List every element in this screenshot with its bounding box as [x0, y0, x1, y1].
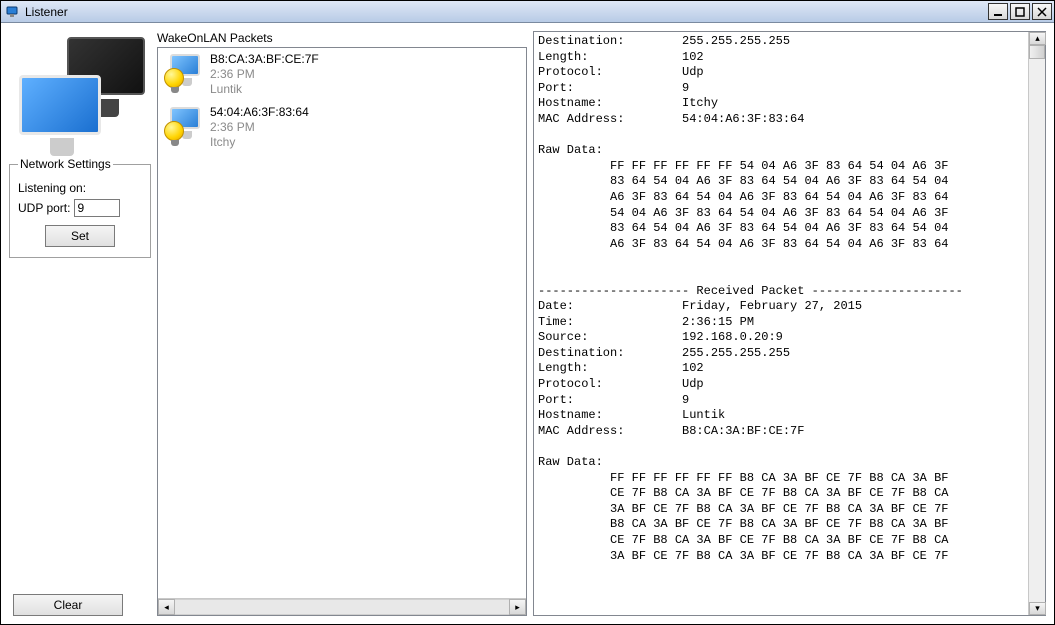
packet-host: Itchy: [210, 135, 309, 150]
scroll-left-button[interactable]: ◂: [158, 599, 175, 615]
packet-item[interactable]: B8:CA:3A:BF:CE:7F2:36 PMLuntik: [158, 48, 526, 101]
detail-text[interactable]: Destination: 255.255.255.255 Length: 102…: [534, 32, 1028, 615]
packet-time: 2:36 PM: [210, 67, 319, 82]
scroll-up-button[interactable]: ▴: [1029, 32, 1046, 45]
set-button[interactable]: Set: [45, 225, 115, 247]
network-settings-legend: Network Settings: [18, 157, 113, 171]
maximize-button[interactable]: [1010, 3, 1030, 20]
packet-icon: [164, 52, 204, 92]
packet-item[interactable]: 54:04:A6:3F:83:642:36 PMItchy: [158, 101, 526, 154]
listening-label: Listening on:: [18, 181, 142, 195]
window-title: Listener: [25, 5, 988, 19]
app-icon: [5, 4, 21, 20]
packets-title: WakeOnLAN Packets: [157, 31, 527, 45]
scroll-thumb[interactable]: [1029, 45, 1045, 59]
packet-mac: B8:CA:3A:BF:CE:7F: [210, 52, 319, 67]
minimize-button[interactable]: [988, 3, 1008, 20]
packet-time: 2:36 PM: [210, 120, 309, 135]
vertical-scrollbar[interactable]: ▴ ▾: [1028, 32, 1045, 615]
content-area: Network Settings Listening on: UDP port:…: [1, 23, 1054, 624]
close-button[interactable]: [1032, 3, 1052, 20]
clear-button[interactable]: Clear: [13, 594, 123, 616]
horizontal-scrollbar[interactable]: ◂ ▸: [158, 598, 526, 615]
network-settings-group: Network Settings Listening on: UDP port:…: [9, 157, 151, 258]
titlebar[interactable]: Listener: [1, 1, 1054, 23]
udp-port-input[interactable]: [74, 199, 120, 217]
scroll-track-v[interactable]: [1029, 59, 1045, 602]
app-window: Listener Network Settings Listening on:: [0, 0, 1055, 625]
packet-icon: [164, 105, 204, 145]
packet-host: Luntik: [210, 82, 319, 97]
scroll-track[interactable]: [175, 599, 509, 615]
scroll-right-button[interactable]: ▸: [509, 599, 526, 615]
packet-info: 54:04:A6:3F:83:642:36 PMItchy: [210, 105, 309, 150]
monitors-illustration: [9, 31, 151, 151]
packets-panel: WakeOnLAN Packets B8:CA:3A:BF:CE:7F2:36 …: [157, 31, 527, 616]
details-panel: Destination: 255.255.255.255 Length: 102…: [533, 31, 1046, 616]
udp-port-label: UDP port:: [18, 201, 70, 215]
packet-info: B8:CA:3A:BF:CE:7F2:36 PMLuntik: [210, 52, 319, 97]
packets-listbox[interactable]: B8:CA:3A:BF:CE:7F2:36 PMLuntik54:04:A6:3…: [157, 47, 527, 616]
scroll-down-button[interactable]: ▾: [1029, 602, 1046, 615]
packet-mac: 54:04:A6:3F:83:64: [210, 105, 309, 120]
detail-textbox[interactable]: Destination: 255.255.255.255 Length: 102…: [533, 31, 1046, 616]
left-panel: Network Settings Listening on: UDP port:…: [9, 31, 151, 616]
